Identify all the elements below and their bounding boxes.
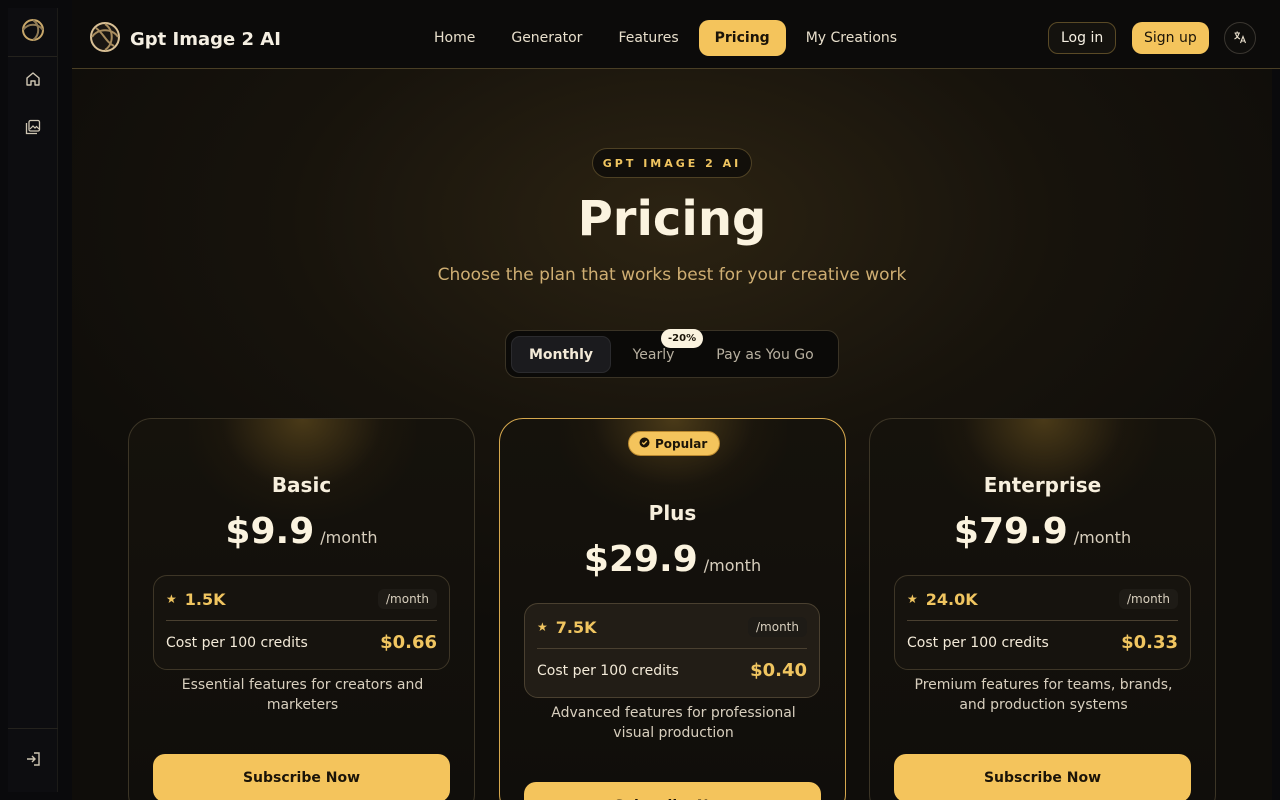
- star-icon: ★: [537, 620, 548, 634]
- plan-description: Advanced features for professional visua…: [551, 705, 796, 741]
- page-title: Pricing: [577, 191, 767, 247]
- nav-pricing[interactable]: Pricing: [698, 20, 786, 56]
- subscribe-button[interactable]: Subscribe Now: [894, 754, 1191, 800]
- plan-card-basic: Basic $9.9 /month ★ 1.5K /month Cost per…: [128, 418, 475, 800]
- credits-box: ★ 24.0K /month Cost per 100 credits $0.3…: [894, 575, 1191, 670]
- plan-description: Essential features for creators and mark…: [181, 677, 424, 713]
- card-glow: [189, 419, 416, 519]
- rail-home-button[interactable]: [8, 57, 58, 105]
- plan-period: /month: [320, 528, 378, 547]
- translate-icon: [1233, 29, 1247, 48]
- plan-price-row: $9.9 /month: [129, 511, 474, 552]
- top-header: Gpt Image 2 AI Home Generator Features P…: [72, 0, 1280, 69]
- home-icon: [25, 71, 41, 91]
- credits-box: ★ 1.5K /month Cost per 100 credits $0.66: [153, 575, 450, 670]
- billing-toggle: Monthly Yearly Pay as You Go -20%: [505, 329, 839, 378]
- credits-unit: /month: [378, 589, 437, 609]
- plan-price: $79.9: [953, 511, 1068, 552]
- plan-name: Enterprise: [983, 473, 1102, 497]
- plan-name: Basic: [271, 473, 332, 497]
- credits-amount: 7.5K: [555, 617, 597, 637]
- login-button[interactable]: Log in: [1048, 22, 1117, 54]
- rail-gallery-button[interactable]: [8, 105, 58, 153]
- credits-box: ★ 7.5K /month Cost per 100 credits $0.40: [524, 603, 820, 698]
- login-icon: [25, 751, 41, 771]
- brand-name: Gpt Image 2 AI: [130, 28, 281, 50]
- pricing-section: GPT IMAGE 2 AI Pricing Choose the plan t…: [72, 69, 1272, 800]
- subscribe-button[interactable]: Subscribe Now: [524, 782, 821, 800]
- plan-name: Plus: [648, 501, 697, 525]
- nav-my-creations[interactable]: My Creations: [790, 20, 913, 56]
- signup-button[interactable]: Sign up: [1132, 22, 1209, 54]
- plan-price: $29.9: [583, 539, 698, 580]
- page-subtitle: Choose the plan that works best for your…: [437, 265, 907, 285]
- yearly-discount-badge: -20%: [661, 329, 704, 348]
- section-badge: GPT IMAGE 2 AI: [592, 148, 752, 178]
- check-badge-icon: [639, 437, 650, 451]
- brand-logo-icon: [88, 20, 122, 58]
- credits-unit: /month: [1119, 589, 1178, 609]
- brand-link[interactable]: Gpt Image 2 AI: [88, 20, 281, 58]
- cost-value: $0.33: [1121, 632, 1178, 653]
- gallery-icon: [25, 119, 41, 139]
- plan-period: /month: [1073, 528, 1132, 547]
- plan-description: Premium features for teams, brands, and …: [914, 677, 1173, 713]
- popular-label: Popular: [655, 436, 708, 451]
- credits-unit: /month: [748, 617, 807, 637]
- plan-card-plus: Popular Plus $29.9 /month ★ 7.5K /month …: [499, 418, 846, 800]
- plan-price: $9.9: [225, 511, 315, 552]
- plan-price-row: $79.9 /month: [870, 511, 1215, 552]
- plan-period: /month: [703, 556, 762, 575]
- divider: [166, 620, 437, 621]
- rail-login-button[interactable]: [8, 728, 58, 792]
- cost-label: Cost per 100 credits: [166, 634, 308, 651]
- cost-label: Cost per 100 credits: [537, 662, 679, 679]
- divider: [907, 620, 1178, 621]
- cost-label: Cost per 100 credits: [907, 634, 1049, 651]
- subscribe-button[interactable]: Subscribe Now: [153, 754, 450, 800]
- divider: [537, 648, 807, 649]
- card-glow: [930, 419, 1157, 519]
- credits-amount: 1.5K: [184, 589, 226, 609]
- cost-value: $0.40: [750, 660, 807, 681]
- star-icon: ★: [907, 592, 918, 606]
- star-icon: ★: [166, 592, 177, 606]
- popular-badge: Popular: [628, 431, 721, 456]
- plan-price-row: $29.9 /month: [500, 539, 845, 580]
- nav-home[interactable]: Home: [418, 20, 491, 56]
- main-nav: Home Generator Features Pricing My Creat…: [418, 20, 913, 56]
- rail-logo[interactable]: [8, 8, 57, 57]
- toggle-pay-as-you-go[interactable]: Pay as You Go: [703, 336, 827, 373]
- toggle-monthly[interactable]: Monthly: [511, 336, 611, 373]
- language-button[interactable]: [1224, 22, 1256, 54]
- nav-features[interactable]: Features: [602, 20, 694, 56]
- logo-icon: [20, 17, 46, 47]
- side-rail: [8, 8, 58, 792]
- credits-amount: 24.0K: [925, 589, 978, 609]
- cost-value: $0.66: [380, 632, 437, 653]
- nav-generator[interactable]: Generator: [495, 20, 598, 56]
- plan-card-enterprise: Enterprise $79.9 /month ★ 24.0K /month C…: [869, 418, 1216, 800]
